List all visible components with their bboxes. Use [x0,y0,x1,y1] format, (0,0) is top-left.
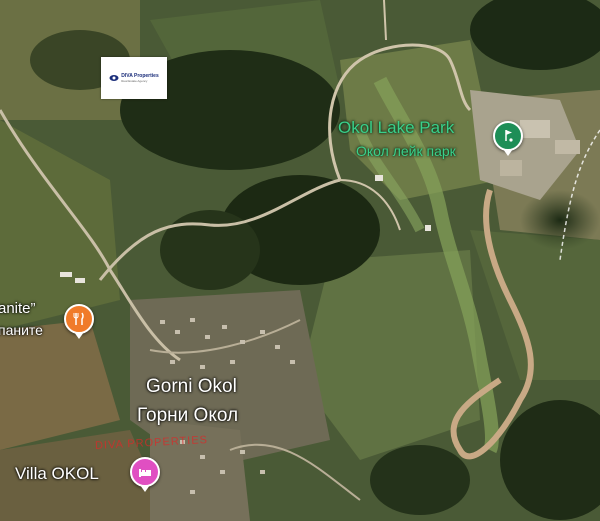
restaurant-pin[interactable] [64,304,94,339]
restaurant-label-en[interactable]: anite” [0,300,36,317]
satellite-map[interactable]: DIVA Properties Real Estate Agency DIVA … [0,0,600,521]
restaurant-label-bg[interactable]: паните [0,322,43,338]
hotel-icon [139,469,151,477]
logo-title: DIVA Properties [121,72,159,79]
okol-lake-park-label-en[interactable]: Okol Lake Park [338,118,454,138]
okol-lake-park-label-bg[interactable]: Окол лейк парк [356,143,456,159]
logo-subtitle: Real Estate Agency [121,78,148,83]
agency-logo: DIVA Properties Real Estate Agency [101,57,167,99]
restaurant-icon [73,312,84,325]
gorni-okol-label-bg[interactable]: Горни Окол [137,405,238,427]
villa-okol-label[interactable]: Villa OKOL [15,464,99,484]
golf-icon [505,130,513,142]
gorni-okol-label-en[interactable]: Gorni Okol [146,376,237,398]
eye-logo-icon [109,75,119,81]
hotel-pin[interactable] [130,457,160,492]
golf-pin[interactable] [493,121,523,156]
satellite-terrain [0,0,600,521]
